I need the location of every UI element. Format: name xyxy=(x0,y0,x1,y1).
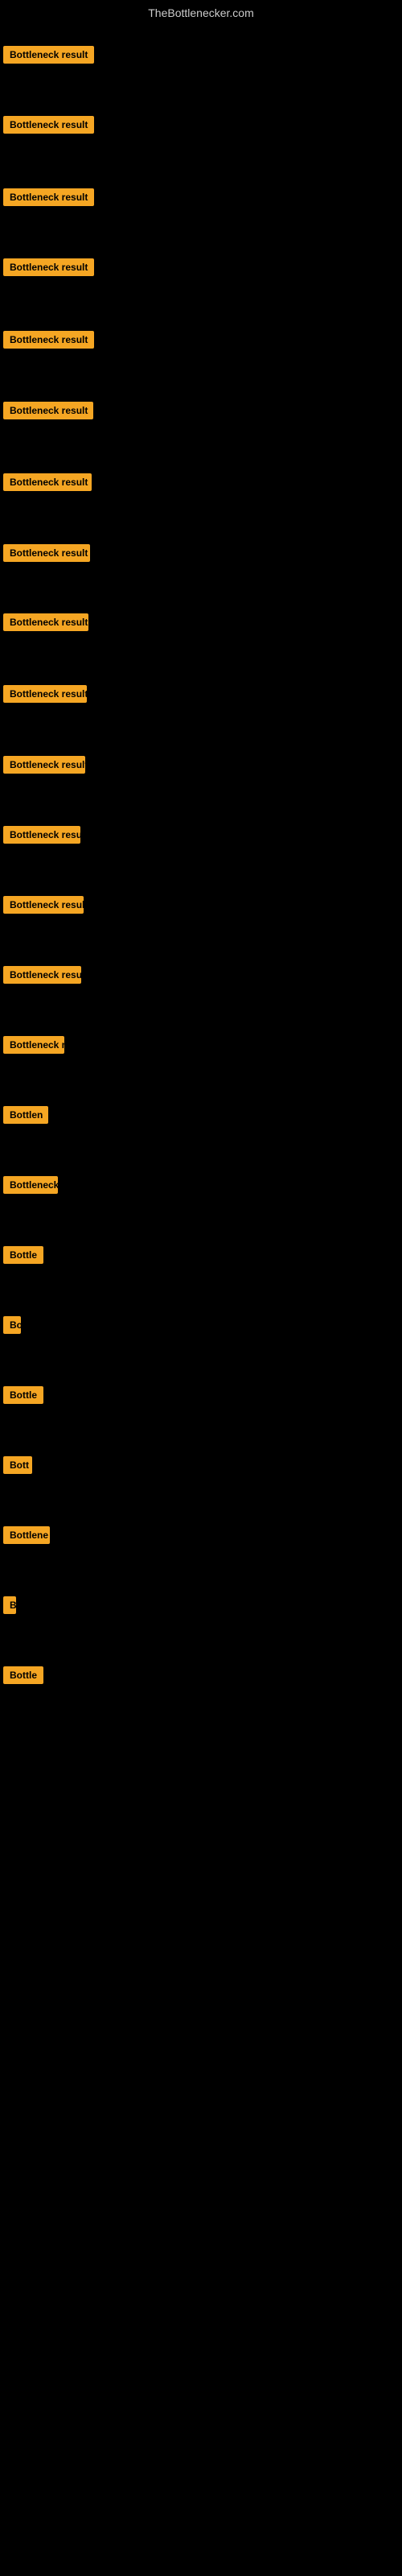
bottleneck-result-badge[interactable]: Bottleneck result xyxy=(3,402,93,419)
bottleneck-result-badge[interactable]: Bottleneck result xyxy=(3,896,84,914)
bottleneck-result-badge[interactable]: Bottleneck result xyxy=(3,46,94,64)
bottleneck-result-badge[interactable]: Bottlen xyxy=(3,1106,48,1124)
bottleneck-result-badge[interactable]: Bottleneck result xyxy=(3,116,94,134)
site-title-container: TheBottlenecker.com Bottleneck result Bot… xyxy=(0,0,402,2576)
bottleneck-result-badge[interactable]: Bottleneck result xyxy=(3,756,85,774)
bottleneck-result-badge[interactable]: Bottle xyxy=(3,1386,43,1404)
bottleneck-result-badge[interactable]: Bottleneck r xyxy=(3,1036,64,1054)
bottleneck-result-badge[interactable]: Bo xyxy=(3,1316,21,1334)
bottleneck-result-badge[interactable]: Bottlene xyxy=(3,1526,50,1544)
bottleneck-result-badge[interactable]: Bottleneck resul xyxy=(3,966,81,984)
bottleneck-result-badge[interactable]: Bottleneck result xyxy=(3,473,92,491)
bottleneck-result-badge[interactable]: Bottleneck result xyxy=(3,331,94,349)
bottleneck-result-badge[interactable]: Bottleneck result xyxy=(3,544,90,562)
bottleneck-result-badge[interactable]: Bottleneck result xyxy=(3,685,87,703)
bottleneck-result-badge[interactable]: Bottle xyxy=(3,1666,43,1684)
site-title: TheBottlenecker.com xyxy=(0,0,402,19)
bottleneck-result-badge[interactable]: B xyxy=(3,1596,16,1614)
bottleneck-result-badge[interactable]: Bottleneck result xyxy=(3,613,88,631)
bottleneck-result-badge[interactable]: Bottleneck result xyxy=(3,258,94,276)
bottleneck-result-badge[interactable]: Bottle xyxy=(3,1246,43,1264)
bottleneck-result-badge[interactable]: Bottleneck result xyxy=(3,188,94,206)
bottleneck-result-badge[interactable]: Bott xyxy=(3,1456,32,1474)
bottleneck-result-badge[interactable]: Bottleneck resu xyxy=(3,826,80,844)
bottleneck-result-badge[interactable]: Bottleneck xyxy=(3,1176,58,1194)
